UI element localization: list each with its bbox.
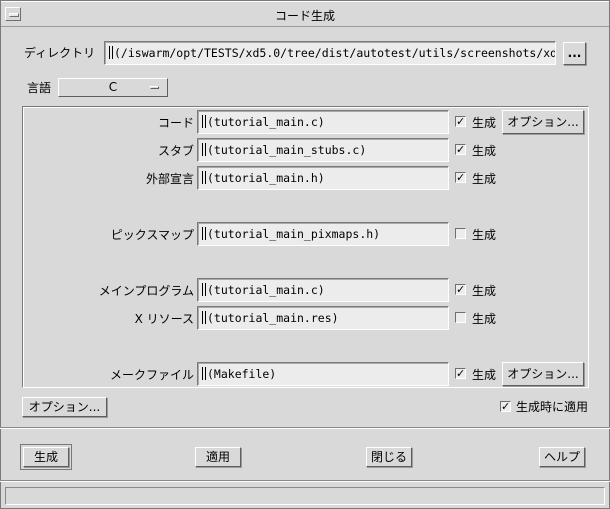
makefile-file-value: (Makefile) (207, 367, 277, 381)
x-resources-file-field[interactable]: (tutorial_main.res) (197, 306, 449, 330)
stubs-file-value: (tutorial_main_stubs.c) (207, 143, 367, 157)
option-menu-indicator-icon (150, 86, 159, 89)
makefile-file-field[interactable]: (Makefile) (197, 362, 449, 386)
main-program-label: メインプログラム (98, 284, 194, 298)
apply-button[interactable]: 適用 (195, 447, 241, 467)
text-caret (202, 171, 206, 184)
code-options-button[interactable]: オプション... (502, 110, 584, 134)
externs-generate-checkbox[interactable]: ✓ (455, 172, 466, 183)
help-button[interactable]: ヘルプ (539, 447, 585, 467)
browse-directory-button[interactable]: ... (563, 42, 586, 65)
x-resources-generate-label: 生成 (472, 312, 497, 326)
text-caret (202, 227, 206, 240)
code-generate-label: 生成 (472, 116, 497, 130)
makefile-generate-checkbox[interactable]: ✓ (455, 368, 466, 379)
window-title: コード生成 (274, 9, 335, 23)
close-button[interactable]: 閉じる (366, 447, 412, 467)
stubs-generate-label: 生成 (472, 144, 497, 158)
pixmaps-file-field[interactable]: (tutorial_main_pixmaps.h) (197, 222, 449, 246)
main-program-file-value: (tutorial_main.c) (207, 283, 325, 297)
text-caret (202, 143, 206, 156)
language-selected-value: C (108, 80, 118, 94)
stubs-file-field[interactable]: (tutorial_main_stubs.c) (197, 138, 449, 162)
stubs-generate-checkbox[interactable]: ✓ (455, 144, 466, 155)
main-program-generate-checkbox[interactable]: ✓ (455, 284, 466, 295)
directory-value: (/iswarm/opt/TESTS/xd5.0/tree/dist/autot… (114, 46, 556, 60)
code-label: コード (157, 116, 194, 130)
status-bar (5, 487, 605, 505)
title-bar[interactable]: コード生成 (1, 1, 609, 27)
directory-label: ディレクトリ (24, 46, 96, 60)
makefile-options-button[interactable]: オプション... (502, 362, 584, 386)
apply-on-generate-checkbox[interactable]: ✓ (500, 401, 511, 412)
x-resources-label: X リソース (134, 312, 194, 326)
stubs-label: スタブ (157, 144, 194, 158)
text-caret (202, 115, 206, 128)
code-file-value: (tutorial_main.c) (207, 115, 325, 129)
separator (0, 427, 610, 429)
text-caret (109, 46, 113, 59)
directory-field[interactable]: (/iswarm/opt/TESTS/xd5.0/tree/dist/autot… (104, 41, 556, 65)
code-file-field[interactable]: (tutorial_main.c) (197, 110, 449, 134)
externs-generate-label: 生成 (472, 172, 497, 186)
main-program-file-field[interactable]: (tutorial_main.c) (197, 278, 449, 302)
externs-label: 外部宣言 (145, 172, 194, 186)
general-options-button[interactable]: オプション... (22, 397, 107, 417)
main-program-generate-label: 生成 (472, 284, 497, 298)
separator (0, 480, 610, 482)
text-caret (202, 367, 206, 380)
x-resources-generate-checkbox[interactable] (455, 312, 466, 323)
makefile-generate-label: 生成 (472, 368, 497, 382)
language-select[interactable]: C (58, 78, 168, 97)
text-caret (202, 311, 206, 324)
pixmaps-label: ピックスマップ (110, 228, 194, 242)
generate-button[interactable]: 生成 (20, 444, 72, 470)
pixmaps-file-value: (tutorial_main_pixmaps.h) (207, 227, 381, 241)
makefile-label: メークファイル (109, 368, 194, 382)
text-caret (202, 283, 206, 296)
code-generate-checkbox[interactable]: ✓ (455, 116, 466, 127)
externs-file-field[interactable]: (tutorial_main.h) (197, 166, 449, 190)
x-resources-file-value: (tutorial_main.res) (207, 311, 339, 325)
language-label: 言語 (27, 81, 52, 95)
pixmaps-generate-checkbox[interactable] (455, 228, 466, 239)
pixmaps-generate-label: 生成 (472, 228, 497, 242)
externs-file-value: (tutorial_main.h) (207, 171, 325, 185)
apply-on-generate-label: 生成時に適用 (516, 400, 589, 414)
